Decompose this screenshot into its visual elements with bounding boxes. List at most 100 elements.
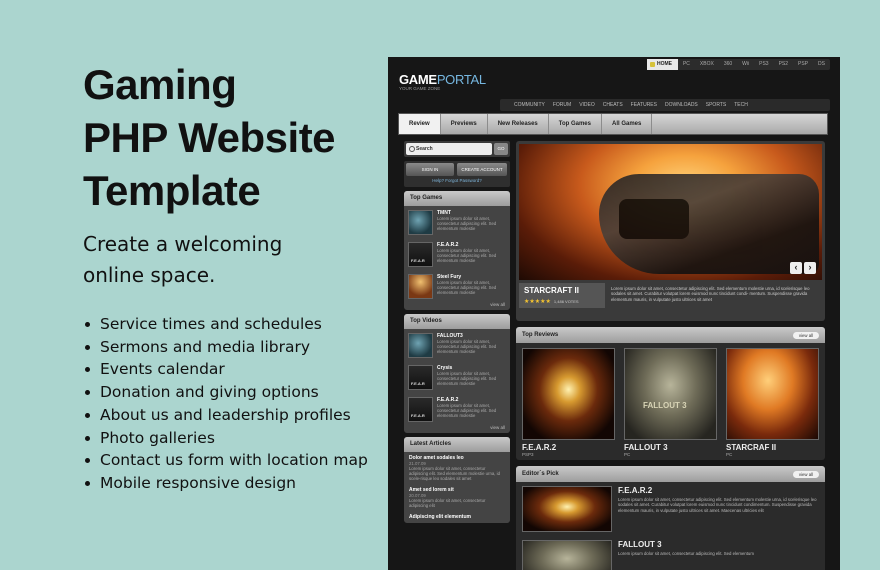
editors-pick-panel: Editor`s Pick view all F.E.A.R.2 Lorem ip… [516,466,825,570]
platform-link[interactable]: PS2 [774,59,793,70]
platform-link[interactable]: PC [678,59,695,70]
site-logo[interactable]: GAMEPORTAL [399,72,486,87]
item-desc: Lorem ipsum dolor sit amet, consectetur … [437,216,497,231]
view-all-link[interactable]: view all [404,425,510,433]
pick-image [522,486,612,532]
video-thumbnail [408,365,433,390]
category-link[interactable]: COMMUNITY [514,99,545,111]
top-reviews-panel: Top Reviews view all F.E.A.R.2 PSP3 FALL… [516,327,825,460]
logo-accent: PORTAL [436,72,486,87]
list-item[interactable]: FALLOUT3 Lorem ipsum dolor sit amet, cons… [404,329,510,361]
item-desc: Lorem ipsum dolor sit amet, consectetur … [437,403,497,418]
article-desc: Lorem ipsum dolor sit amet, consectetur … [409,498,486,508]
featured-slider: ‹ › STARCRAFT II ★★★★★ 1,486 VOTES Lorem … [516,141,825,321]
category-link[interactable]: FORUM [553,99,571,111]
category-link[interactable]: SPORTS [706,99,726,111]
pick-title: FALLOUT 3 [618,540,662,549]
search-input[interactable]: Search [406,143,492,155]
review-platform: PC [624,452,631,457]
article-item[interactable]: Amet sed lorem sit 20.07.09 Lorem ipsum … [404,484,510,511]
game-thumbnail [408,210,433,235]
tab-all-games[interactable]: All Games [602,114,653,134]
view-all-button[interactable]: view all [792,331,819,339]
sidebar: Search GO SIGN IN CREATE ACCOUNT Help? F… [404,141,510,523]
website-preview: HOME PC XBOX 360 Wii PS3 PS2 PSP DS GAME… [388,57,840,570]
promo-title: Gaming PHP Website Template [83,58,373,217]
review-platform: PC [726,452,733,457]
list-item[interactable]: TMNT Lorem ipsum dolor sit amet, consecte… [404,206,510,238]
search-go-button[interactable]: GO [494,143,508,155]
platform-home[interactable]: HOME [646,59,678,70]
top-games-title: Top Games [404,191,510,206]
editors-pick-title: Editor`s Pick [522,471,559,477]
platform-link[interactable]: DS [813,59,830,70]
top-games-box: Top Games TMNT Lorem ipsum dolor sit amet… [404,191,510,310]
category-link[interactable]: TECH [734,99,748,111]
latest-articles-box: Latest Articles Dolor amet sodales leo 2… [404,437,510,523]
promo-subtitle: Create a welcoming online space. [83,229,373,291]
pick-item[interactable]: F.E.A.R.2 Lorem ipsum dolor sit amet, con… [516,482,825,536]
platform-nav: HOME PC XBOX 360 Wii PS3 PS2 PSP DS [646,59,830,70]
promo-subtitle-line: online space. [83,263,216,287]
review-card[interactable]: STARCRAF II PC [726,348,819,457]
create-account-button[interactable]: CREATE ACCOUNT [457,163,507,176]
featured-image[interactable]: ‹ › [519,144,822,280]
promo-title-line: Gaming [83,61,237,108]
review-title: STARCRAF II [726,443,777,452]
category-link[interactable]: DOWNLOADS [665,99,698,111]
tab-previews[interactable]: Previews [441,114,488,134]
vote-count: 1,486 VOTES [553,299,579,304]
video-thumbnail [408,397,433,422]
search-box: Search GO [404,141,510,157]
view-all-link[interactable]: view all [404,302,510,310]
pick-desc: Lorem ipsum dolor sit amet, consectetur … [618,497,817,513]
category-link[interactable]: CHEATS [603,99,623,111]
review-image [522,348,615,440]
view-all-button[interactable]: view all [792,470,819,478]
platform-link[interactable]: 360 [719,59,737,70]
main-content: ‹ › STARCRAFT II ★★★★★ 1,486 VOTES Lorem … [516,141,825,570]
feature-list: Service times and schedules Sermons and … [83,313,373,495]
item-desc: Lorem ipsum dolor sit amet, consectetur … [437,371,497,386]
promo-title-line: PHP Website [83,114,336,161]
list-item[interactable]: F.E.A.R.2Lorem ipsum dolor sit amet, con… [404,238,510,270]
prev-arrow-icon[interactable]: ‹ [790,262,802,274]
featured-artwork [599,174,819,274]
review-card[interactable]: F.E.A.R.2 PSP3 [522,348,615,457]
help-forgot-link[interactable]: Help? Forgot Password? [406,178,508,183]
list-item[interactable]: Steel Fury Lorem ipsum dolor sit amet, co… [404,270,510,302]
review-title: FALLOUT 3 [624,443,668,452]
category-link[interactable]: VIDEO [579,99,595,111]
category-link[interactable]: FEATURES [631,99,657,111]
article-item[interactable]: Dolor amet sodales leo 21.07.09 Lorem ip… [404,452,510,484]
pick-item[interactable]: FALLOUT 3 Lorem ipsum dolor sit amet, con… [516,536,825,570]
top-reviews-title: Top Reviews [522,332,559,338]
platform-link[interactable]: XBOX [695,59,719,70]
promo-subtitle-line: Create a welcoming [83,232,283,256]
item-desc: Lorem ipsum dolor sit amet, consectetur … [437,248,497,263]
platform-link[interactable]: PS3 [754,59,773,70]
list-item[interactable]: F.E.A.R.2Lorem ipsum dolor sit amet, con… [404,393,510,425]
sign-in-button[interactable]: SIGN IN [406,163,454,176]
promo-title-line: Template [83,167,261,214]
logo-main: GAME [399,72,437,87]
featured-title[interactable]: STARCRAFT II [524,286,600,295]
review-title: F.E.A.R.2 [522,443,557,452]
top-videos-box: Top Videos FALLOUT3 Lorem ipsum dolor sit… [404,314,510,433]
feature-item: Service times and schedules [83,313,373,336]
tab-new-releases[interactable]: New Releases [488,114,549,134]
review-platform: PSP3 [522,452,534,457]
featured-desc: Lorem ipsum dolor sit amet, consectetur … [611,286,810,302]
review-card[interactable]: FALLOUT 3 PC [624,348,717,457]
tab-review[interactable]: Review [399,114,441,134]
slider-controls: ‹ › [790,262,816,274]
pick-desc: Lorem ipsum dolor sit amet, consectetur … [618,551,754,556]
list-item[interactable]: CrysisLorem ipsum dolor sit amet, consec… [404,361,510,393]
tab-top-games[interactable]: Top Games [549,114,602,134]
pick-title: F.E.A.R.2 [618,486,653,495]
next-arrow-icon[interactable]: › [804,262,816,274]
article-item[interactable]: Adipiscing elit elementum [404,511,510,523]
feature-item: Photo galleries [83,427,373,450]
platform-link[interactable]: Wii [737,59,754,70]
platform-link[interactable]: PSP [793,59,813,70]
